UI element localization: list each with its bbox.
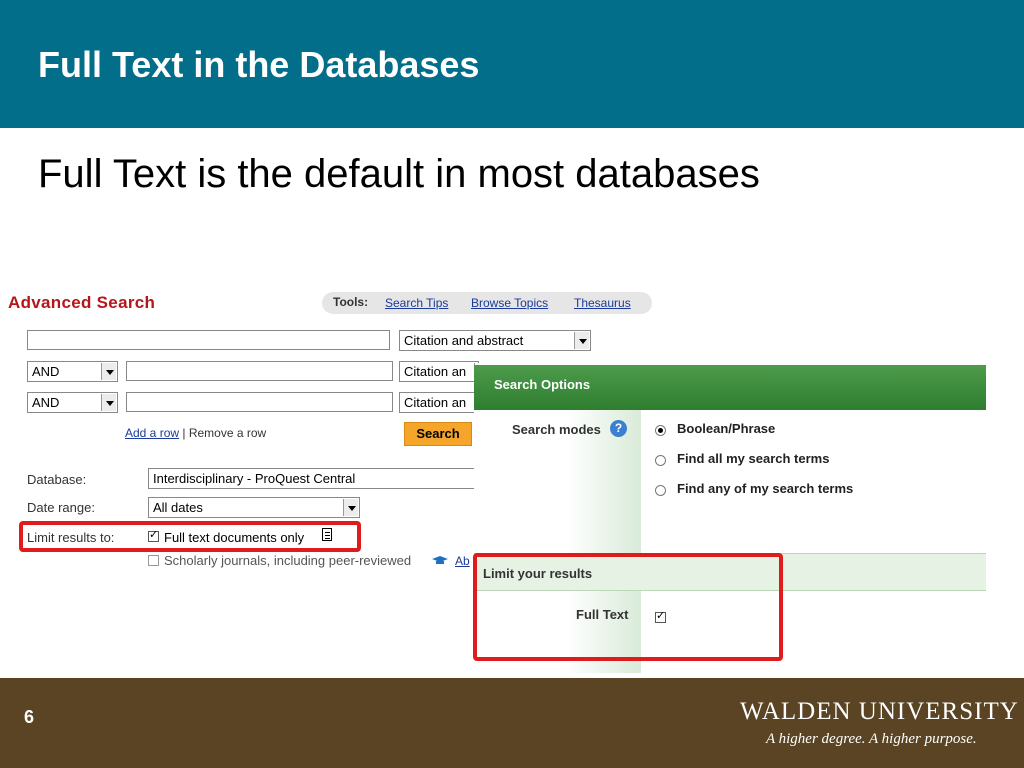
search-field-select-2-value: Citation an — [404, 364, 467, 379]
radio-find-any-terms[interactable] — [655, 485, 666, 496]
row-controls: Add a row | Remove a row — [125, 426, 266, 440]
tools-label: Tools: — [333, 295, 369, 309]
database-select-value: Interdisciplinary - ProQuest Central — [153, 471, 356, 486]
search-field-select-2[interactable]: Citation an — [399, 361, 479, 382]
university-tagline: A higher degree. A higher purpose. — [766, 731, 977, 747]
highlight-box-limit-your-results — [473, 553, 783, 661]
browse-topics-link[interactable]: Browse Topics — [471, 296, 548, 310]
search-options-title: Search Options — [494, 377, 591, 392]
graduation-cap-icon — [432, 556, 448, 564]
highlight-box-limit-results — [19, 521, 361, 552]
mode-find-all-label: Find all my search terms — [677, 451, 830, 466]
mode-find-any-label: Find any of my search terms — [677, 481, 854, 496]
database-select[interactable]: Interdisciplinary - ProQuest Central — [148, 468, 478, 489]
date-range-select-value: All dates — [153, 500, 203, 515]
remove-row-link[interactable]: Remove a row — [189, 426, 266, 440]
chevron-down-icon — [101, 363, 116, 380]
database-screenshot: Advanced Search Tools: Search Tips Brows… — [0, 285, 1024, 678]
scholarly-checkbox[interactable] — [148, 555, 159, 566]
scholarly-about-link[interactable]: Ab — [455, 554, 470, 568]
slide-title: Full Text in the Databases — [38, 44, 480, 85]
chevron-down-icon — [343, 499, 358, 516]
radio-find-all-terms[interactable] — [655, 455, 666, 466]
operator-select-2-value: AND — [32, 364, 60, 379]
search-field-select-3-value: Citation an — [404, 395, 467, 410]
search-tips-link[interactable]: Search Tips — [385, 296, 448, 310]
chevron-down-icon — [574, 332, 589, 349]
walden-university-logo: WALDEN UNIVERSITY — [740, 698, 1019, 725]
advanced-search-title: Advanced Search — [8, 293, 156, 312]
search-field-select-1-value: Citation and abstract — [404, 333, 524, 348]
operator-select-3[interactable]: AND — [27, 392, 118, 413]
scholarly-option-label: Scholarly journals, including peer-revie… — [164, 553, 412, 568]
mode-boolean-phrase-label: Boolean/Phrase — [677, 421, 776, 436]
thesaurus-link[interactable]: Thesaurus — [574, 296, 631, 310]
add-row-link[interactable]: Add a row — [125, 426, 179, 440]
search-field-select-1[interactable]: Citation and abstract — [399, 330, 591, 351]
database-label: Database: — [27, 472, 87, 487]
search-term-input-3[interactable] — [126, 392, 393, 412]
radio-boolean-phrase[interactable] — [655, 425, 666, 436]
search-term-input-1[interactable] — [27, 330, 390, 350]
search-term-input-2[interactable] — [126, 361, 393, 381]
search-button[interactable]: Search — [404, 422, 472, 446]
date-range-select[interactable]: All dates — [148, 497, 360, 518]
operator-select-3-value: AND — [32, 395, 60, 410]
operator-select-2[interactable]: AND — [27, 361, 118, 382]
help-icon[interactable]: ? — [610, 420, 627, 437]
search-modes-label: Search modes — [512, 422, 601, 437]
row-controls-separator: | — [182, 426, 186, 440]
page-number: 6 — [24, 707, 35, 727]
slide-subtitle: Full Text is the default in most databas… — [38, 152, 760, 196]
search-field-select-3[interactable]: Citation an — [399, 392, 479, 413]
chevron-down-icon — [101, 394, 116, 411]
date-range-label: Date range: — [27, 500, 95, 515]
